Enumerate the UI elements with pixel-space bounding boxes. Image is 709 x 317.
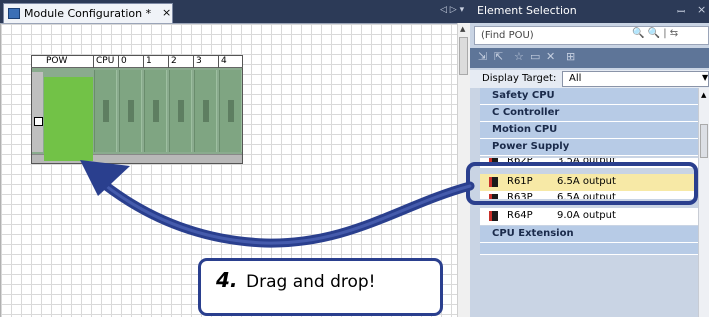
slot-cpu[interactable]: [94, 70, 117, 152]
slot-2[interactable]: [169, 70, 192, 152]
selection-highlight: [466, 162, 698, 205]
slot-divider: [193, 55, 194, 68]
folder-icon[interactable]: ▭: [530, 50, 540, 63]
category-power-supply[interactable]: Power Supply: [480, 139, 698, 156]
expand-icon[interactable]: ⇲: [478, 50, 487, 63]
display-target-select[interactable]: All ▼: [562, 71, 709, 87]
slot-divider: [93, 55, 94, 68]
scroll-thumb[interactable]: [700, 124, 708, 158]
slot-divider: [143, 55, 144, 68]
instruction-text: Drag and drop!: [246, 272, 376, 292]
tab-label: Module Configuration *: [24, 7, 152, 20]
collapse-icon[interactable]: ⇱: [494, 50, 503, 63]
slot-1[interactable]: [144, 70, 167, 152]
tab-scroll-arrows[interactable]: ◁ ▷ ▾: [440, 5, 464, 15]
category-partial[interactable]: [480, 243, 698, 255]
favorite-icon[interactable]: ☆: [514, 50, 524, 63]
vertical-scrollbar[interactable]: ▲: [698, 88, 709, 317]
category-motion-cpu[interactable]: Motion CPU: [480, 122, 698, 139]
base-unit-connector: [32, 72, 43, 152]
slot-label-3: 3: [196, 56, 202, 66]
slot-divider: [218, 55, 219, 68]
close-icon[interactable]: ×: [162, 6, 171, 19]
slot-label-pow: POW: [46, 56, 68, 66]
slot-divider: [168, 55, 169, 68]
module-icon: [489, 211, 498, 221]
layout-icon[interactable]: ⊞: [566, 50, 575, 63]
item-name: R64P: [507, 210, 533, 221]
find-buttons[interactable]: 🔍 🔍 | ⇆: [632, 28, 678, 39]
scroll-up-icon[interactable]: ▲: [701, 91, 706, 99]
chevron-down-icon: ▼: [702, 73, 709, 82]
slot-label-cpu: CPU: [96, 56, 115, 66]
slot-4[interactable]: [219, 70, 242, 152]
scroll-up-icon[interactable]: ▲: [460, 25, 465, 33]
slot-label-1: 1: [146, 56, 152, 66]
close-icon[interactable]: ×: [697, 3, 706, 16]
slot-3[interactable]: [194, 70, 217, 152]
element-toolbar: ⇲ ⇱ ☆ ▭ ✕ ⊞: [470, 48, 709, 68]
scroll-thumb[interactable]: [459, 37, 468, 75]
slot-label-0: 0: [121, 56, 127, 66]
category-safety-cpu[interactable]: Safety CPU: [480, 88, 698, 105]
list-item-r64p[interactable]: R64P 9.0A output: [480, 208, 698, 225]
display-target-value: All: [569, 73, 582, 84]
item-desc: 9.0A output: [557, 210, 616, 221]
base-unit-marker: [34, 117, 43, 126]
tab-module-configuration[interactable]: Module Configuration * ×: [3, 3, 173, 23]
pin-icon[interactable]: ꟷ: [677, 4, 685, 18]
step-number: 4.: [216, 268, 238, 292]
slot-label-4: 4: [221, 56, 227, 66]
category-cpu-extension[interactable]: CPU Extension: [480, 226, 698, 243]
slot-divider: [118, 55, 119, 68]
pane-title: Element Selection: [477, 4, 577, 17]
slot-0[interactable]: [119, 70, 142, 152]
find-placeholder: (Find POU): [481, 30, 534, 41]
category-c-controller[interactable]: C Controller: [480, 105, 698, 122]
slot-label-2: 2: [171, 56, 177, 66]
power-supply-slot[interactable]: [44, 77, 93, 161]
delete-icon[interactable]: ✕: [546, 50, 555, 63]
module-config-icon: [8, 8, 20, 19]
display-target-label: Display Target:: [482, 73, 557, 84]
